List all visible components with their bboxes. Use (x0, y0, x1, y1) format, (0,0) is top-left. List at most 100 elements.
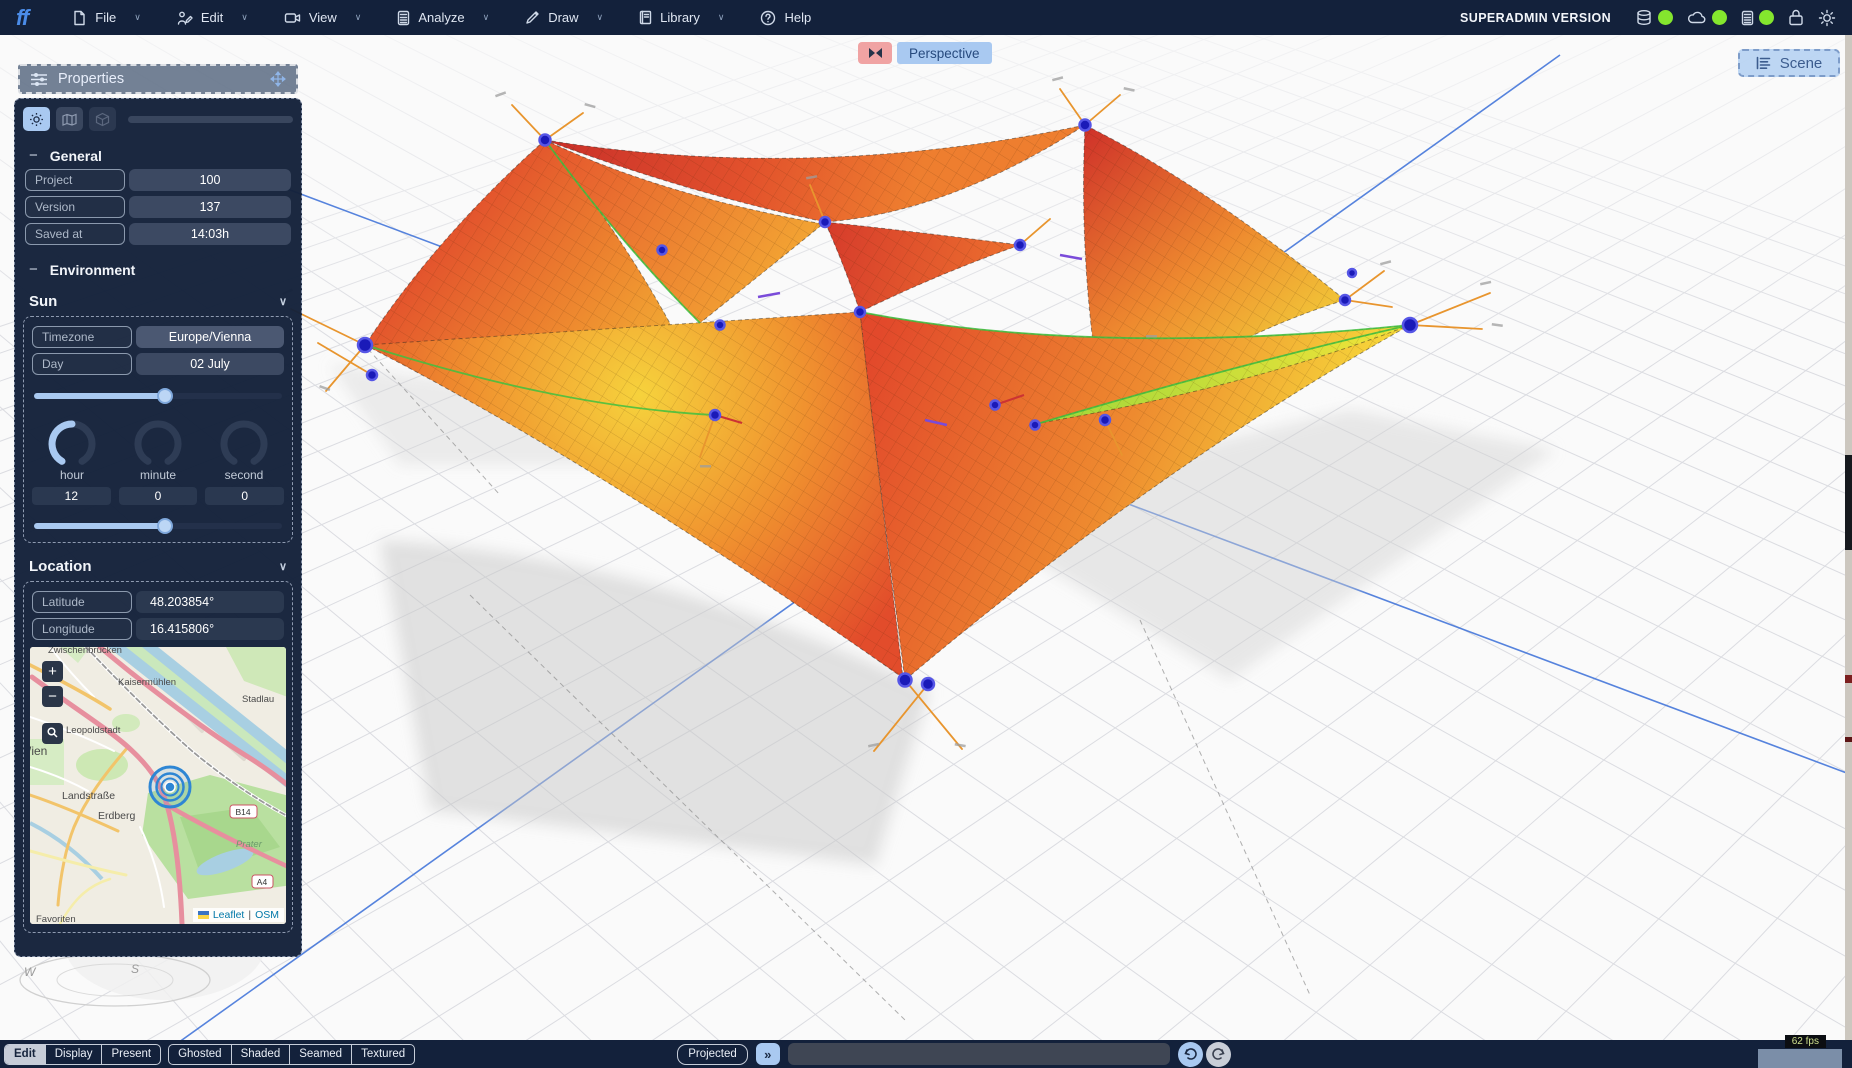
time-slider[interactable] (34, 518, 282, 534)
pen-icon (525, 10, 540, 25)
fps-meter: 62 fps (1758, 1035, 1842, 1068)
bottom-toolbar: Edit Display Present Ghosted Shaded Seam… (0, 1040, 1852, 1068)
chevron-down-icon[interactable]: ∨ (279, 295, 287, 308)
location-map[interactable]: Zwischenbrücken Kaisermühlen Stadlau Leo… (30, 647, 286, 924)
scrollbar-mark (1845, 737, 1852, 742)
brightness-icon[interactable] (1818, 9, 1836, 27)
undo-button[interactable] (1178, 1042, 1203, 1067)
database-status (1635, 9, 1673, 27)
mode-present-button[interactable]: Present (101, 1045, 160, 1064)
properties-panel: Properties − General Project 100 Version (14, 64, 302, 957)
mode-display-button[interactable]: Display (45, 1045, 102, 1064)
map-zoom-out-button[interactable]: − (42, 686, 63, 707)
shading-ghosted-button[interactable]: Ghosted (169, 1045, 230, 1064)
shading-seamed-button[interactable]: Seamed (289, 1045, 351, 1064)
file-icon (72, 10, 87, 26)
shading-textured-button[interactable]: Textured (351, 1045, 414, 1064)
projected-button[interactable]: Projected (677, 1044, 748, 1065)
section-general: − General (29, 147, 289, 164)
svg-text:Kaisermühlen: Kaisermühlen (118, 677, 176, 688)
location-title: Location (29, 558, 92, 575)
scene-list-icon (1756, 56, 1771, 70)
panel-scroll-strip[interactable] (128, 116, 293, 123)
longitude-label: Longitude (32, 618, 132, 640)
tab-cube[interactable] (89, 107, 116, 131)
second-value[interactable]: 0 (205, 487, 284, 505)
slider-thumb[interactable] (157, 518, 173, 534)
calculator-icon (397, 10, 410, 26)
chevron-down-icon: ∨ (241, 12, 248, 23)
lock-icon[interactable] (1788, 9, 1804, 26)
scene-panel-button[interactable]: Scene (1738, 49, 1840, 77)
day-value[interactable]: 02 July (136, 353, 284, 375)
subsection-sun: Sun ∨ (29, 293, 287, 310)
scrollbar-thumb[interactable] (1845, 455, 1852, 550)
second-label: second (225, 468, 264, 482)
calculator-icon (1741, 10, 1754, 26)
hour-dial-ring[interactable] (44, 418, 100, 466)
cube-icon (95, 112, 110, 127)
latitude-value[interactable]: 48.203854° (136, 591, 284, 613)
menu-view[interactable]: View ∨ (284, 10, 362, 25)
solver-status (1741, 10, 1774, 26)
latitude-label: Latitude (32, 591, 132, 613)
hour-value[interactable]: 12 (32, 487, 111, 505)
menu-draw[interactable]: Draw ∨ (525, 10, 603, 25)
menu-library[interactable]: Library ∨ (639, 10, 724, 25)
undo-icon (1183, 1047, 1198, 1062)
osm-link[interactable]: OSM (255, 909, 279, 921)
minute-dial[interactable]: minute (122, 418, 194, 482)
leaflet-link[interactable]: Leaflet (213, 909, 245, 921)
minute-value[interactable]: 0 (119, 487, 198, 505)
tab-sun[interactable] (23, 107, 50, 131)
day-slider[interactable] (34, 388, 282, 404)
scrollbar-mark (1845, 675, 1852, 683)
hour-dial[interactable]: hour (36, 418, 108, 482)
book-icon (639, 10, 652, 25)
version-value[interactable]: 137 (129, 196, 291, 218)
subsection-location: Location ∨ (29, 558, 287, 575)
row-project: Project 100 (25, 169, 291, 191)
menu-edit[interactable]: Edit ∨ (177, 10, 248, 26)
map-search-button[interactable] (42, 723, 63, 744)
svg-text:A4: A4 (257, 877, 268, 887)
timezone-value[interactable]: Europe/Vienna (136, 326, 284, 348)
mode-edit-button[interactable]: Edit (5, 1045, 45, 1064)
camera-mode-chip: Perspective (858, 42, 992, 64)
svg-text:Leopoldstadt: Leopoldstadt (66, 725, 121, 736)
redo-button[interactable] (1206, 1042, 1231, 1067)
bowtie-icon (867, 46, 884, 60)
vertical-scrollbar[interactable] (1845, 35, 1852, 1040)
panel-title: Properties (58, 71, 124, 87)
database-icon (1635, 9, 1653, 27)
longitude-value[interactable]: 16.415806° (136, 618, 284, 640)
collapse-icon[interactable]: − (29, 261, 38, 278)
app-logo[interactable]: ff (16, 5, 28, 31)
panel-tabs (23, 107, 293, 131)
menu-help[interactable]: Help (760, 10, 811, 26)
project-value[interactable]: 100 (129, 169, 291, 191)
command-bar[interactable] (788, 1043, 1170, 1065)
collapse-icon[interactable]: − (29, 147, 38, 164)
expand-button[interactable]: » (756, 1043, 780, 1065)
sun-icon (29, 112, 44, 127)
tab-map[interactable] (56, 107, 83, 131)
move-icon[interactable] (270, 71, 286, 87)
minute-dial-ring[interactable] (130, 418, 186, 466)
hour-label: hour (60, 468, 84, 482)
saved-at-value[interactable]: 14:03h (129, 223, 291, 245)
perspective-toggle-button[interactable] (858, 42, 892, 64)
camera-icon (284, 11, 301, 25)
second-dial[interactable]: second (208, 418, 280, 482)
menu-file[interactable]: File ∨ (72, 10, 141, 26)
svg-text:Prater: Prater (236, 839, 263, 850)
slider-thumb[interactable] (157, 388, 173, 404)
svg-text:Zwischenbrücken: Zwischenbrücken (48, 647, 122, 656)
second-dial-ring[interactable] (216, 418, 272, 466)
chevron-down-icon: ∨ (355, 12, 362, 23)
chevron-down-icon[interactable]: ∨ (279, 560, 287, 573)
shading-shaded-button[interactable]: Shaded (231, 1045, 290, 1064)
map-zoom-in-button[interactable]: + (42, 661, 63, 682)
properties-panel-header[interactable]: Properties (18, 64, 298, 94)
menu-analyze[interactable]: Analyze ∨ (397, 10, 489, 26)
